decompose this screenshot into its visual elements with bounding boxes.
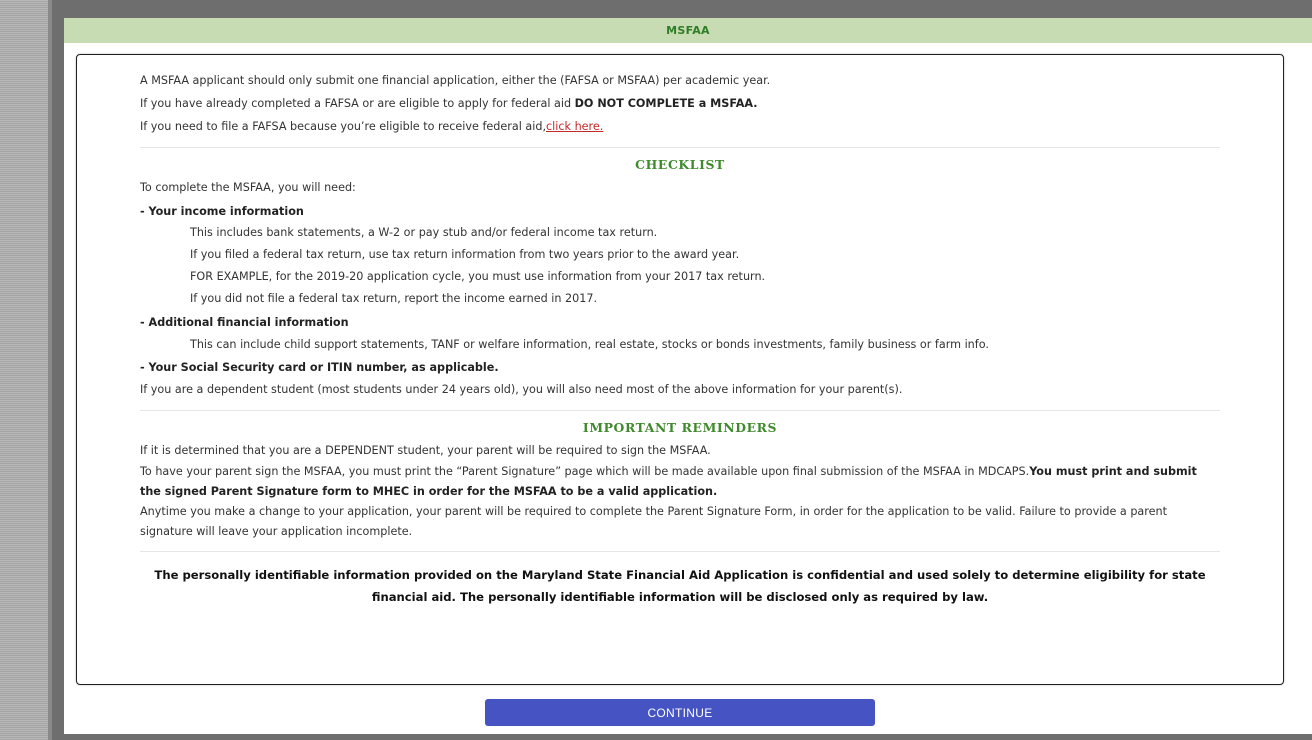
divider (140, 551, 1220, 552)
reminder-line-1: If it is determined that you are a DEPEN… (140, 444, 711, 457)
privacy-statement: The personally identifiable information … (154, 568, 1206, 604)
reminders-title: IMPORTANT REMINDERS (582, 420, 778, 435)
income-heading: - Your income information (140, 205, 304, 218)
content-box: A MSFAA applicant should only submit one… (76, 54, 1284, 685)
income-line: FOR EXAMPLE, for the 2019-20 application… (190, 270, 766, 283)
content-inner: A MSFAA applicant should only submit one… (77, 55, 1283, 608)
intro-line-1: A MSFAA applicant should only submit one… (140, 74, 771, 87)
intro-line-3: If you need to file a FAFSA because you’… (140, 115, 1220, 138)
additional-text: This can include child support statement… (190, 338, 989, 351)
dialog-header: MSFAA (64, 18, 1312, 43)
divider (140, 410, 1220, 411)
income-line: This includes bank statements, a W-2 or … (190, 226, 658, 239)
reminder-paragraph-3: Anytime you make a change to your applic… (140, 505, 1167, 538)
background-strip (0, 0, 48, 740)
additional-heading: - Additional financial information (140, 316, 349, 329)
intro-line-3-text: If you need to file a FAFSA because you’… (140, 120, 547, 133)
background-strip-edge (48, 0, 52, 740)
msfaa-dialog: MSFAA A MSFAA applicant should only subm… (64, 18, 1312, 734)
income-line: If you filed a federal tax return, use t… (190, 248, 740, 261)
income-line: If you did not file a federal tax return… (190, 292, 598, 305)
ssn-heading: - Your Social Security card or ITIN numb… (140, 361, 499, 374)
fafsa-click-here-link[interactable]: click here. (546, 120, 603, 133)
dialog-title: MSFAA (666, 24, 710, 37)
checklist-lead: To complete the MSFAA, you will need: (140, 181, 356, 194)
reminder-paragraph-2: To have your parent sign the MSFAA, you … (140, 462, 1220, 502)
divider (140, 147, 1220, 148)
intro-line-2-bold: DO NOT COMPLETE a MSFAA. (574, 97, 758, 110)
checklist-title: CHECKLIST (635, 157, 725, 172)
intro-line-2-text: If you have already completed a FAFSA or… (140, 97, 575, 110)
intro-line-2: If you have already completed a FAFSA or… (140, 92, 1220, 115)
continue-button[interactable]: CONTINUE (485, 699, 875, 726)
reminder-paragraph-2-text: To have your parent sign the MSFAA, you … (140, 465, 1030, 478)
dependent-note: If you are a dependent student (most stu… (140, 383, 903, 396)
